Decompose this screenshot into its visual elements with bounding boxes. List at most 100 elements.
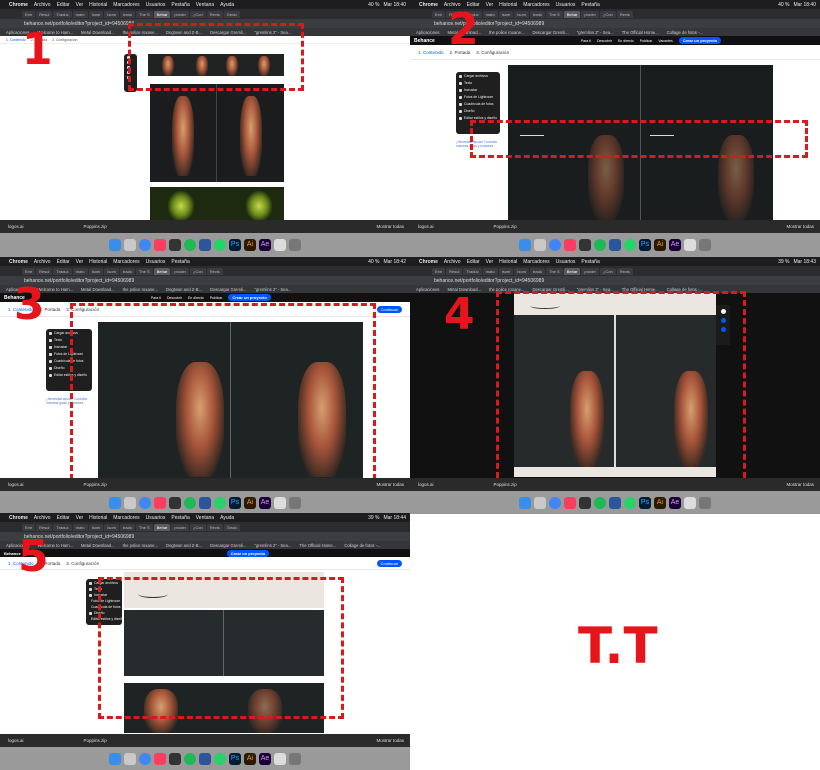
bookmark[interactable]: Collage de fotos -...	[344, 543, 380, 548]
menu-usuarios[interactable]: Usuarios	[556, 259, 576, 265]
tab-active[interactable]: Behar	[563, 267, 581, 275]
bookmark[interactable]: Metal Download...	[81, 287, 115, 292]
word-icon[interactable]	[199, 752, 211, 765]
menu-archivo[interactable]: Archivo	[34, 515, 51, 521]
music-icon[interactable]	[154, 239, 166, 251]
menu-archivo[interactable]: Archivo	[34, 259, 51, 265]
create-project-button[interactable]: Crear un proyecto	[228, 294, 271, 301]
tab[interactable]: tradu	[119, 10, 136, 18]
spotify-icon[interactable]	[184, 497, 196, 509]
show-all-button[interactable]: Mostrar todas	[786, 224, 820, 229]
photo-large[interactable]	[150, 84, 284, 182]
trash-icon[interactable]	[289, 239, 301, 251]
word-icon[interactable]	[199, 239, 211, 251]
tab[interactable]: mato	[72, 267, 88, 275]
chrome-icon[interactable]	[139, 752, 151, 765]
nav-item[interactable]: En directo	[618, 39, 634, 43]
download-file[interactable]: logos.ai	[8, 482, 24, 487]
tab[interactable]: ¿Con	[189, 267, 206, 275]
photoshop-icon[interactable]: Ps	[639, 497, 651, 509]
menu-pestana[interactable]: Pestaña	[581, 259, 599, 265]
tab[interactable]: mato	[72, 523, 88, 531]
menu-grid[interactable]: Cuadrícula de fotos	[459, 102, 497, 106]
nav-item[interactable]: Vacantes	[658, 39, 672, 43]
step-settings[interactable]: 3. Configuración	[476, 50, 509, 55]
tab[interactable]: Geolc	[223, 523, 241, 531]
tab-active[interactable]: Behar	[153, 523, 171, 531]
app-icon[interactable]	[274, 239, 286, 251]
word-icon[interactable]	[609, 239, 621, 251]
menu-ayuda[interactable]: Ayuda	[220, 515, 234, 521]
aftereffects-icon[interactable]: Ae	[669, 239, 681, 251]
chrome-icon[interactable]	[139, 239, 151, 251]
chrome-icon[interactable]	[139, 497, 151, 509]
tab[interactable]: Isom	[88, 267, 104, 275]
aftereffects-icon[interactable]: Ae	[259, 239, 271, 251]
address-bar[interactable]: behance.net/portfolio/editor?project_id=…	[0, 532, 410, 541]
step-content[interactable]: 1. Contenido	[418, 50, 444, 55]
menu-design[interactable]: Diseño	[459, 109, 497, 113]
bookmark[interactable]: Aplicaciones	[416, 30, 440, 35]
tab[interactable]: Extr	[432, 10, 446, 18]
menu-text[interactable]: Texto	[459, 81, 497, 85]
photoshop-icon[interactable]: Ps	[639, 239, 651, 251]
download-file[interactable]: logos.ai	[8, 738, 24, 743]
launchpad-icon[interactable]	[534, 497, 546, 509]
bookmark[interactable]: "gremlins 2" - Sea...	[254, 543, 291, 548]
word-icon[interactable]	[199, 497, 211, 509]
bookmark[interactable]: Collage de fotos -...	[667, 30, 703, 35]
tab[interactable]: proder	[171, 267, 189, 275]
nav-item[interactable]: Publicar	[210, 296, 223, 300]
menu-embed[interactable]: Incrustar	[459, 88, 497, 92]
menu-ayuda[interactable]: Ayuda	[220, 2, 234, 8]
app-icon[interactable]	[169, 239, 181, 251]
tab[interactable]: ¿Con	[599, 267, 616, 275]
bookmark[interactable]: Metal Download...	[81, 543, 115, 548]
tab[interactable]: The S	[546, 267, 563, 275]
bookmark[interactable]: Dogtown and Z-B...	[166, 287, 202, 292]
whatsapp-icon[interactable]	[624, 239, 636, 251]
aftereffects-icon[interactable]: Ae	[669, 497, 681, 509]
illustrator-icon[interactable]: Ai	[244, 497, 256, 509]
trash-icon[interactable]	[289, 752, 301, 765]
tab-active[interactable]: Behar	[563, 10, 581, 18]
app-icon[interactable]	[579, 497, 591, 509]
nav-item[interactable]: En directo	[188, 296, 204, 300]
tab[interactable]: Geolc	[223, 10, 241, 18]
aftereffects-icon[interactable]: Ae	[259, 497, 271, 509]
tab[interactable]: Resul	[36, 523, 53, 531]
menu-marcadores[interactable]: Marcadores	[113, 2, 139, 8]
download-file[interactable]: logos.ai	[418, 224, 434, 229]
download-file[interactable]: Poppins.zip	[84, 224, 107, 229]
menu-upload[interactable]: Cargar archivos	[459, 74, 497, 78]
tab[interactable]: mato	[72, 10, 88, 18]
tab[interactable]: Isom	[104, 10, 119, 18]
tab-active[interactable]: Behar	[153, 267, 171, 275]
menu-archivo[interactable]: Archivo	[34, 2, 51, 8]
illustrator-icon[interactable]: Ai	[654, 239, 666, 251]
photo-green[interactable]	[150, 187, 284, 223]
app-icon[interactable]	[684, 497, 696, 509]
menu-ver[interactable]: Ver	[76, 515, 84, 521]
tab[interactable]: Extr	[432, 267, 446, 275]
menu-historial[interactable]: Historial	[89, 515, 107, 521]
menu-historial[interactable]: Historial	[499, 2, 517, 8]
continue-button[interactable]: Continuar	[376, 559, 402, 567]
bookmark[interactable]: the police roxane...	[123, 543, 158, 548]
menu-marcadores[interactable]: Marcadores	[523, 259, 549, 265]
menu-marcadores[interactable]: Marcadores	[113, 259, 139, 265]
finder-icon[interactable]	[109, 239, 121, 251]
bookmark[interactable]: Descargar Gremli...	[210, 287, 246, 292]
bookmark[interactable]: Aplicaciones	[416, 287, 440, 292]
bookmark[interactable]: the police roxane...	[123, 287, 158, 292]
address-bar[interactable]: behance.net/portfolio/editor?project_id=…	[0, 276, 410, 285]
tab[interactable]: ¿Con	[189, 10, 206, 18]
step-settings[interactable]: 3. Configuración	[52, 38, 78, 42]
download-file[interactable]: Poppins.zip	[84, 482, 107, 487]
menu-archivo[interactable]: Archivo	[444, 259, 461, 265]
tab[interactable]: The S	[136, 10, 153, 18]
tab[interactable]: Isom	[514, 10, 529, 18]
menu-usuarios[interactable]: Usuarios	[556, 2, 576, 8]
tab[interactable]: Isom	[498, 10, 514, 18]
nav-item[interactable]: Para ti	[581, 39, 591, 43]
